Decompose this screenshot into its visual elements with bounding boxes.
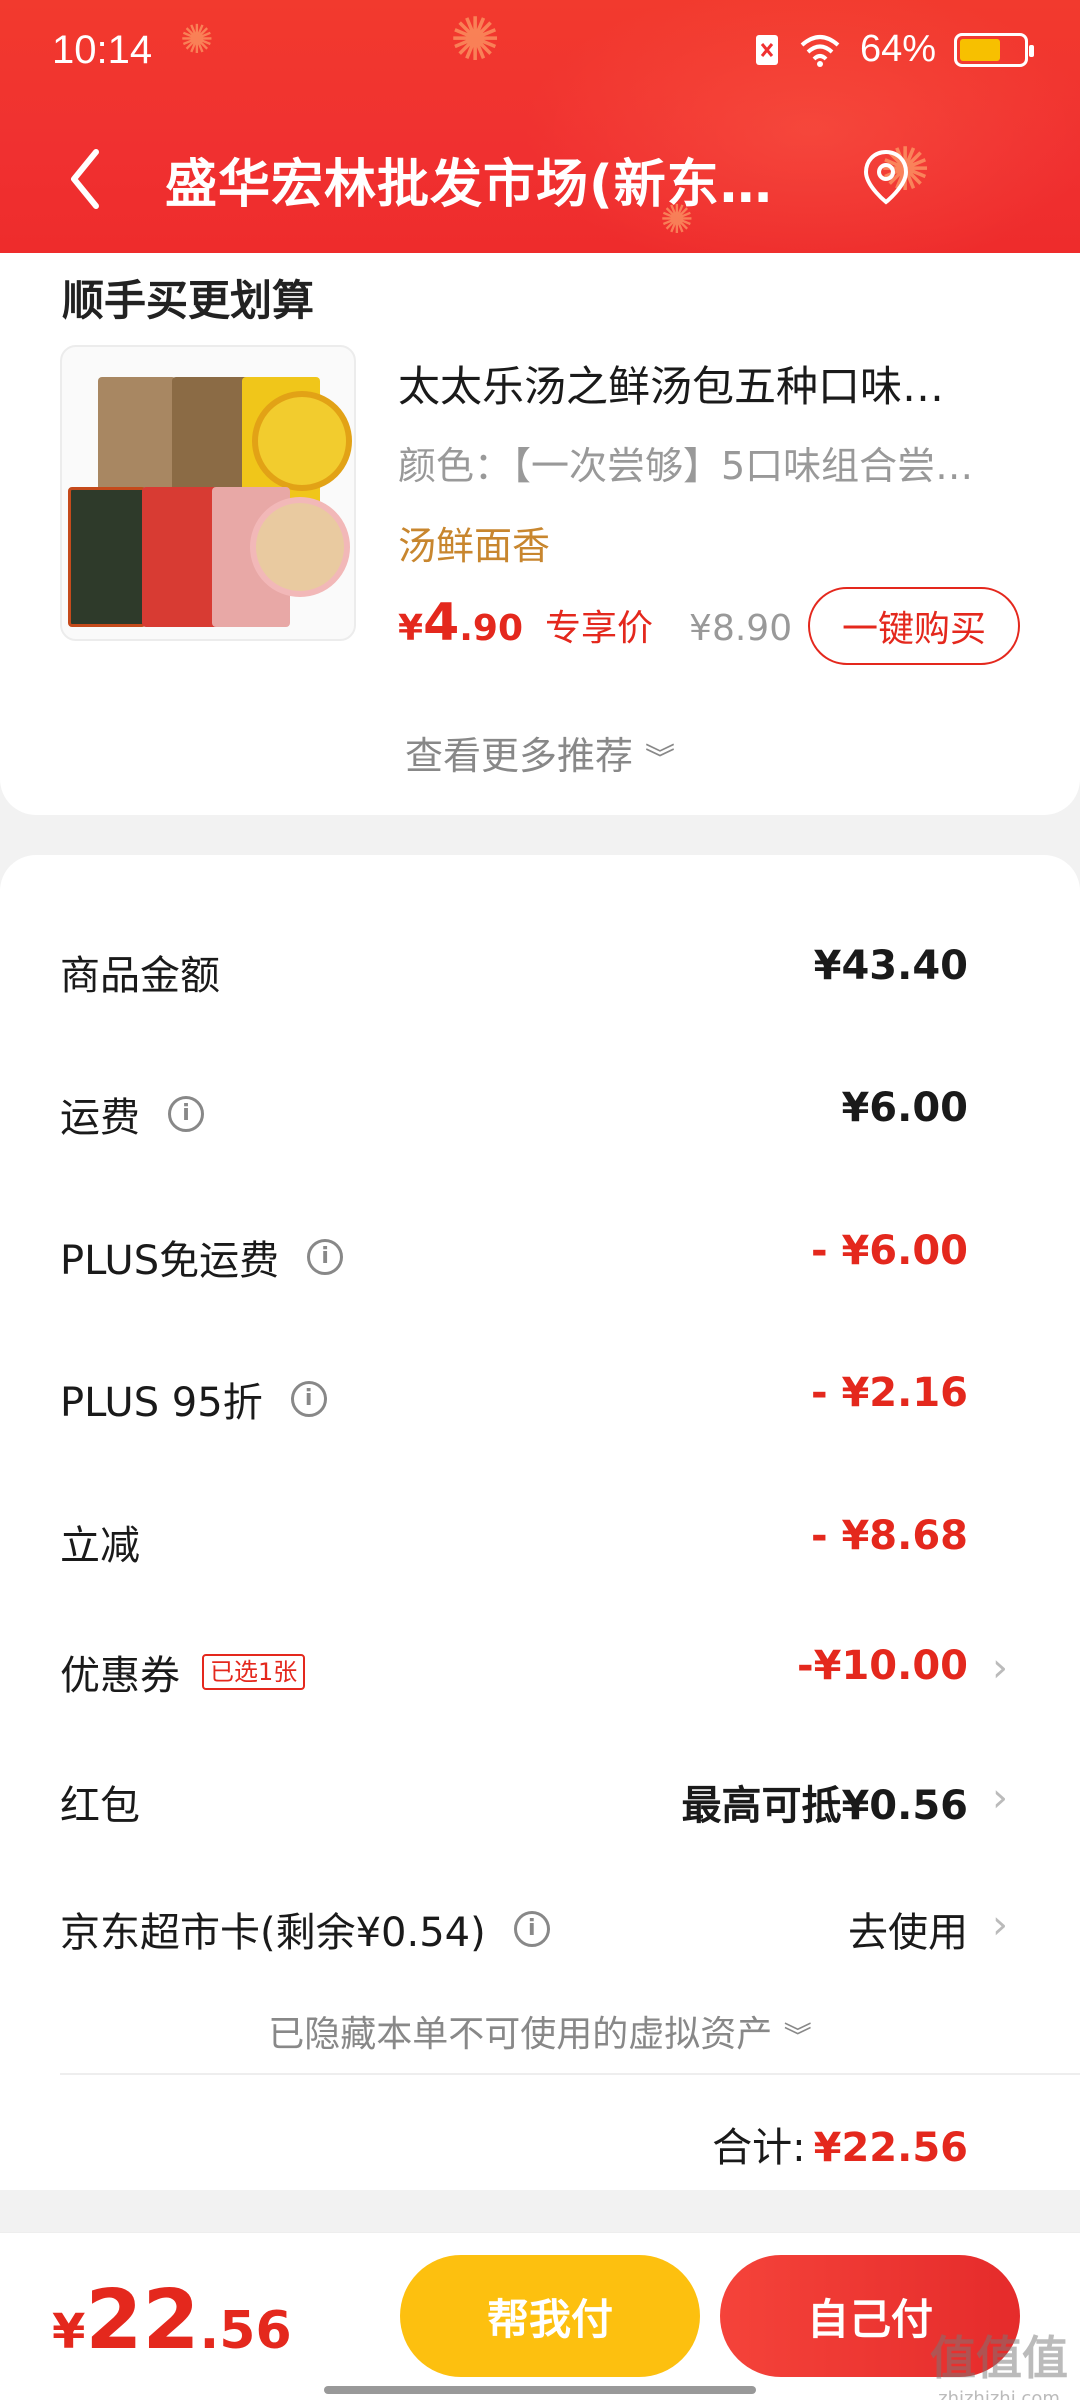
footer-currency: ¥ <box>52 2304 86 2360</box>
status-time: 10:14 <box>52 28 153 72</box>
see-more-label: 查看更多推荐 <box>404 734 633 778</box>
total-label: 合计: <box>712 2125 806 2171</box>
info-icon[interactable]: i <box>513 1911 550 1947</box>
summary-row-plus-discount: PLUS 95折 i - ¥2.16 <box>0 1370 1080 1440</box>
row-label-wrap: 运费 i <box>60 1085 204 1143</box>
original-price: ¥8.90 <box>689 608 793 649</box>
row-value: ¥43.40 <box>813 943 968 989</box>
summary-row-coupon[interactable]: 优惠券 已选1张 -¥10.00 › <box>0 1643 1080 1713</box>
order-total: 合计: ¥22.56 <box>712 2115 968 2173</box>
location-icon[interactable] <box>858 148 914 208</box>
status-icons: 64% <box>754 28 1034 71</box>
row-label: 商品金额 <box>60 953 220 999</box>
summary-row-supermarket-card[interactable]: 京东超市卡(剩余¥0.54) i 去使用 › <box>0 1900 1080 1970</box>
product-pack-image <box>142 487 220 627</box>
chevron-right-icon: › <box>992 1775 1008 1821</box>
footer-total-price: ¥ 22 .56 <box>52 2273 292 2368</box>
coupon-selected-badge: 已选1张 <box>202 1654 306 1690</box>
row-label-wrap: PLUS 95折 i <box>60 1370 327 1428</box>
chevron-down-icon: ︾ <box>783 2020 812 2053</box>
back-arrow-icon[interactable] <box>62 144 112 214</box>
summary-row-plus-free-shipping: PLUS免运费 i - ¥6.00 <box>0 1228 1080 1298</box>
row-label: PLUS免运费 <box>60 1238 280 1284</box>
hidden-assets-label: 已隐藏本单不可使用的虚拟资产 <box>268 2014 773 2055</box>
info-icon[interactable]: i <box>290 1381 327 1417</box>
chevron-right-icon: › <box>992 1645 1008 1691</box>
summary-row-shipping: 运费 i ¥6.00 <box>0 1085 1080 1155</box>
row-value: -¥10.00 <box>797 1643 968 1689</box>
product-price-row: ¥ 4 .90 专享价 ¥8.90 <box>398 593 792 653</box>
row-label: 优惠券 <box>60 1653 180 1699</box>
row-value: ¥6.00 <box>841 1085 968 1131</box>
battery-icon <box>954 32 1034 67</box>
soup-bowl-image <box>250 497 350 597</box>
divider <box>60 2073 1080 2075</box>
info-icon[interactable]: i <box>168 1096 204 1132</box>
order-summary-card: 商品金额 ¥43.40 运费 i ¥6.00 PLUS免运费 i - ¥6.00… <box>0 855 1080 2190</box>
summary-row-goods: 商品金额 ¥43.40 <box>0 943 1080 1013</box>
watermark-main: 值值值 <box>930 2331 1068 2385</box>
recommendation-card: 顺手买更划算 太太乐汤之鲜汤包五种口味… 颜色：【一次尝够】5口味组合尝… 汤鲜… <box>0 253 1080 815</box>
section-title: 顺手买更划算 <box>62 276 315 325</box>
watermark-sub: zhizhizhi.com <box>938 2388 1060 2400</box>
row-value: 最高可抵¥0.56 <box>681 1783 968 1829</box>
chevron-down-icon: ︾ <box>645 742 676 777</box>
row-value: - ¥6.00 <box>810 1228 968 1274</box>
page-title: 盛华宏林批发市场(新东… <box>165 155 773 215</box>
row-label: 立减 <box>60 1523 140 1569</box>
row-value: 去使用 <box>848 1910 968 1956</box>
price-label: 专享价 <box>545 608 654 649</box>
row-label: PLUS 95折 <box>60 1380 263 1426</box>
summary-row-red-packet[interactable]: 红包 最高可抵¥0.56 › <box>0 1773 1080 1843</box>
product-spec: 颜色：【一次尝够】5口味组合尝… <box>398 444 974 488</box>
product-thumbnail[interactable] <box>60 345 356 641</box>
row-label: 京东超市卡(剩余¥0.54) <box>60 1910 486 1956</box>
chevron-right-icon: › <box>992 1902 1008 1948</box>
row-label-wrap: 优惠券 已选1张 <box>60 1643 306 1701</box>
total-value: ¥22.56 <box>813 2125 968 2171</box>
footer-price-decimal: .56 <box>199 2301 292 2361</box>
row-label-wrap: 京东超市卡(剩余¥0.54) i <box>60 1900 550 1958</box>
footer-price-integer: 22 <box>85 2273 200 2368</box>
product-tag: 汤鲜面香 <box>398 524 551 568</box>
bottom-pay-bar: ¥ 22 .56 帮我付 自己付 <box>0 2232 1080 2400</box>
row-label: 红包 <box>60 1783 140 1829</box>
price-decimal: .90 <box>459 608 524 649</box>
battery-fill <box>960 38 1000 61</box>
hidden-assets-toggle[interactable]: 已隐藏本单不可使用的虚拟资产 ︾ <box>0 2005 1080 2057</box>
price-integer: 4 <box>423 593 460 653</box>
price-currency: ¥ <box>398 608 424 649</box>
sim-icon <box>755 34 778 65</box>
header: ✺ ✺ ✺ ✺ 10:14 64% 盛华宏林批发市场(新东… <box>0 0 1080 253</box>
help-me-pay-button[interactable]: 帮我付 <box>400 2255 700 2377</box>
soup-bowl-image <box>252 391 352 491</box>
product-pack-image <box>68 487 146 627</box>
battery-percent: 64% <box>859 28 936 70</box>
row-value: - ¥2.16 <box>810 1370 968 1416</box>
summary-row-instant-discount: 立减 - ¥8.68 <box>0 1513 1080 1583</box>
row-value: - ¥8.68 <box>810 1513 968 1559</box>
watermark-logo: 值值值 zhizhizhi.com <box>930 2322 1068 2400</box>
see-more-recommendations[interactable]: 查看更多推荐 ︾ <box>0 725 1080 780</box>
home-indicator[interactable] <box>324 2386 756 2394</box>
nav-bar: 盛华宏林批发市场(新东… <box>0 130 1080 230</box>
row-label-wrap: PLUS免运费 i <box>60 1228 344 1286</box>
wifi-icon <box>800 34 840 67</box>
info-icon[interactable]: i <box>307 1239 344 1275</box>
status-bar: 10:14 64% <box>0 0 1080 100</box>
product-name[interactable]: 太太乐汤之鲜汤包五种口味… <box>398 353 1008 414</box>
row-label: 运费 <box>60 1095 140 1141</box>
one-click-buy-button[interactable]: 一键购买 <box>808 587 1020 665</box>
